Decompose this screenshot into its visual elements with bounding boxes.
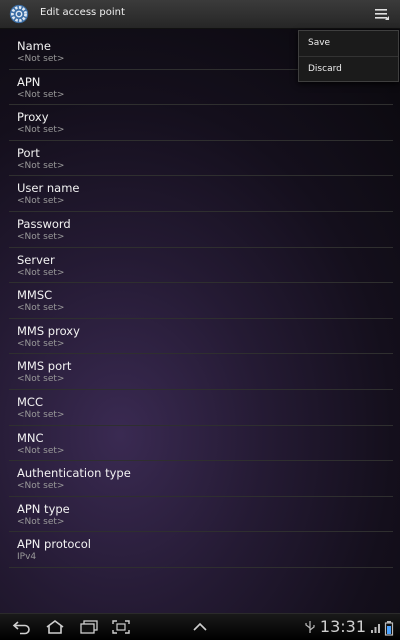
save-menu-item[interactable]: Save — [299, 31, 398, 56]
field-port[interactable]: Port <Not set> — [9, 141, 393, 177]
field-value: <Not set> — [17, 267, 65, 278]
field-user-name[interactable]: User name <Not set> — [9, 176, 393, 212]
field-mms-port[interactable]: MMS port <Not set> — [9, 354, 393, 390]
field-value: <Not set> — [17, 89, 65, 100]
field-label: Port — [17, 145, 40, 160]
field-label: MNC — [17, 430, 44, 445]
field-label: User name — [17, 181, 80, 196]
field-value: <Not set> — [17, 445, 65, 456]
field-label: Name — [17, 39, 51, 53]
field-apn-protocol[interactable]: APN protocol IPv4 — [9, 532, 393, 568]
field-value: <Not set> — [17, 516, 65, 527]
options-menu: Save Discard — [298, 30, 399, 82]
field-authentication-type[interactable]: Authentication type <Not set> — [9, 461, 393, 497]
field-value: <Not set> — [17, 196, 65, 207]
field-value: <Not set> — [17, 303, 65, 314]
battery-icon — [384, 621, 394, 636]
page-title: Edit access point — [40, 7, 125, 18]
field-value: <Not set> — [17, 409, 65, 420]
usb-icon — [305, 621, 315, 633]
field-mms-proxy[interactable]: MMS proxy <Not set> — [9, 319, 393, 355]
back-icon[interactable] — [12, 619, 32, 635]
field-proxy[interactable]: Proxy <Not set> — [9, 105, 393, 141]
field-label: Authentication type — [17, 466, 131, 481]
field-value: <Not set> — [17, 125, 65, 136]
system-bar: 13:31 — [0, 613, 400, 640]
field-mcc[interactable]: MCC <Not set> — [9, 390, 393, 426]
home-icon[interactable] — [45, 619, 65, 635]
field-label: MCC — [17, 394, 43, 409]
field-value: IPv4 — [17, 552, 37, 563]
field-password[interactable]: Password <Not set> — [9, 212, 393, 248]
field-label: Proxy — [17, 110, 49, 125]
field-value: <Not set> — [17, 374, 65, 385]
up-arrow-icon[interactable] — [190, 619, 210, 635]
clock: 13:31 — [319, 617, 366, 636]
discard-menu-item[interactable]: Discard — [299, 55, 398, 82]
field-value: <Not set> — [17, 231, 65, 242]
field-label: Server — [17, 252, 55, 267]
field-mmsc[interactable]: MMSC <Not set> — [9, 283, 393, 319]
field-value: <Not set> — [17, 338, 65, 349]
settings-gear-icon[interactable] — [8, 3, 30, 25]
field-value: <Not set> — [17, 54, 65, 64]
field-server[interactable]: Server <Not set> — [9, 248, 393, 284]
field-value: <Not set> — [17, 160, 65, 171]
field-label: APN protocol — [17, 537, 91, 552]
recent-apps-icon[interactable] — [79, 619, 99, 635]
field-label: MMSC — [17, 288, 53, 303]
field-label: MMS port — [17, 359, 72, 374]
field-value: <Not set> — [17, 481, 65, 492]
field-apn-type[interactable]: APN type <Not set> — [9, 497, 393, 533]
overflow-menu-icon[interactable] — [374, 6, 390, 22]
field-label: APN — [17, 74, 41, 89]
title-bar: Edit access point — [0, 0, 400, 29]
screenshot-icon[interactable] — [111, 619, 131, 635]
field-label: APN type — [17, 501, 70, 516]
signal-icon — [371, 624, 380, 633]
apn-settings-list: Name <Not set> APN <Not set> Proxy <Not … — [9, 34, 393, 568]
field-label: MMS proxy — [17, 323, 80, 338]
field-mnc[interactable]: MNC <Not set> — [9, 426, 393, 462]
field-label: Password — [17, 216, 71, 231]
